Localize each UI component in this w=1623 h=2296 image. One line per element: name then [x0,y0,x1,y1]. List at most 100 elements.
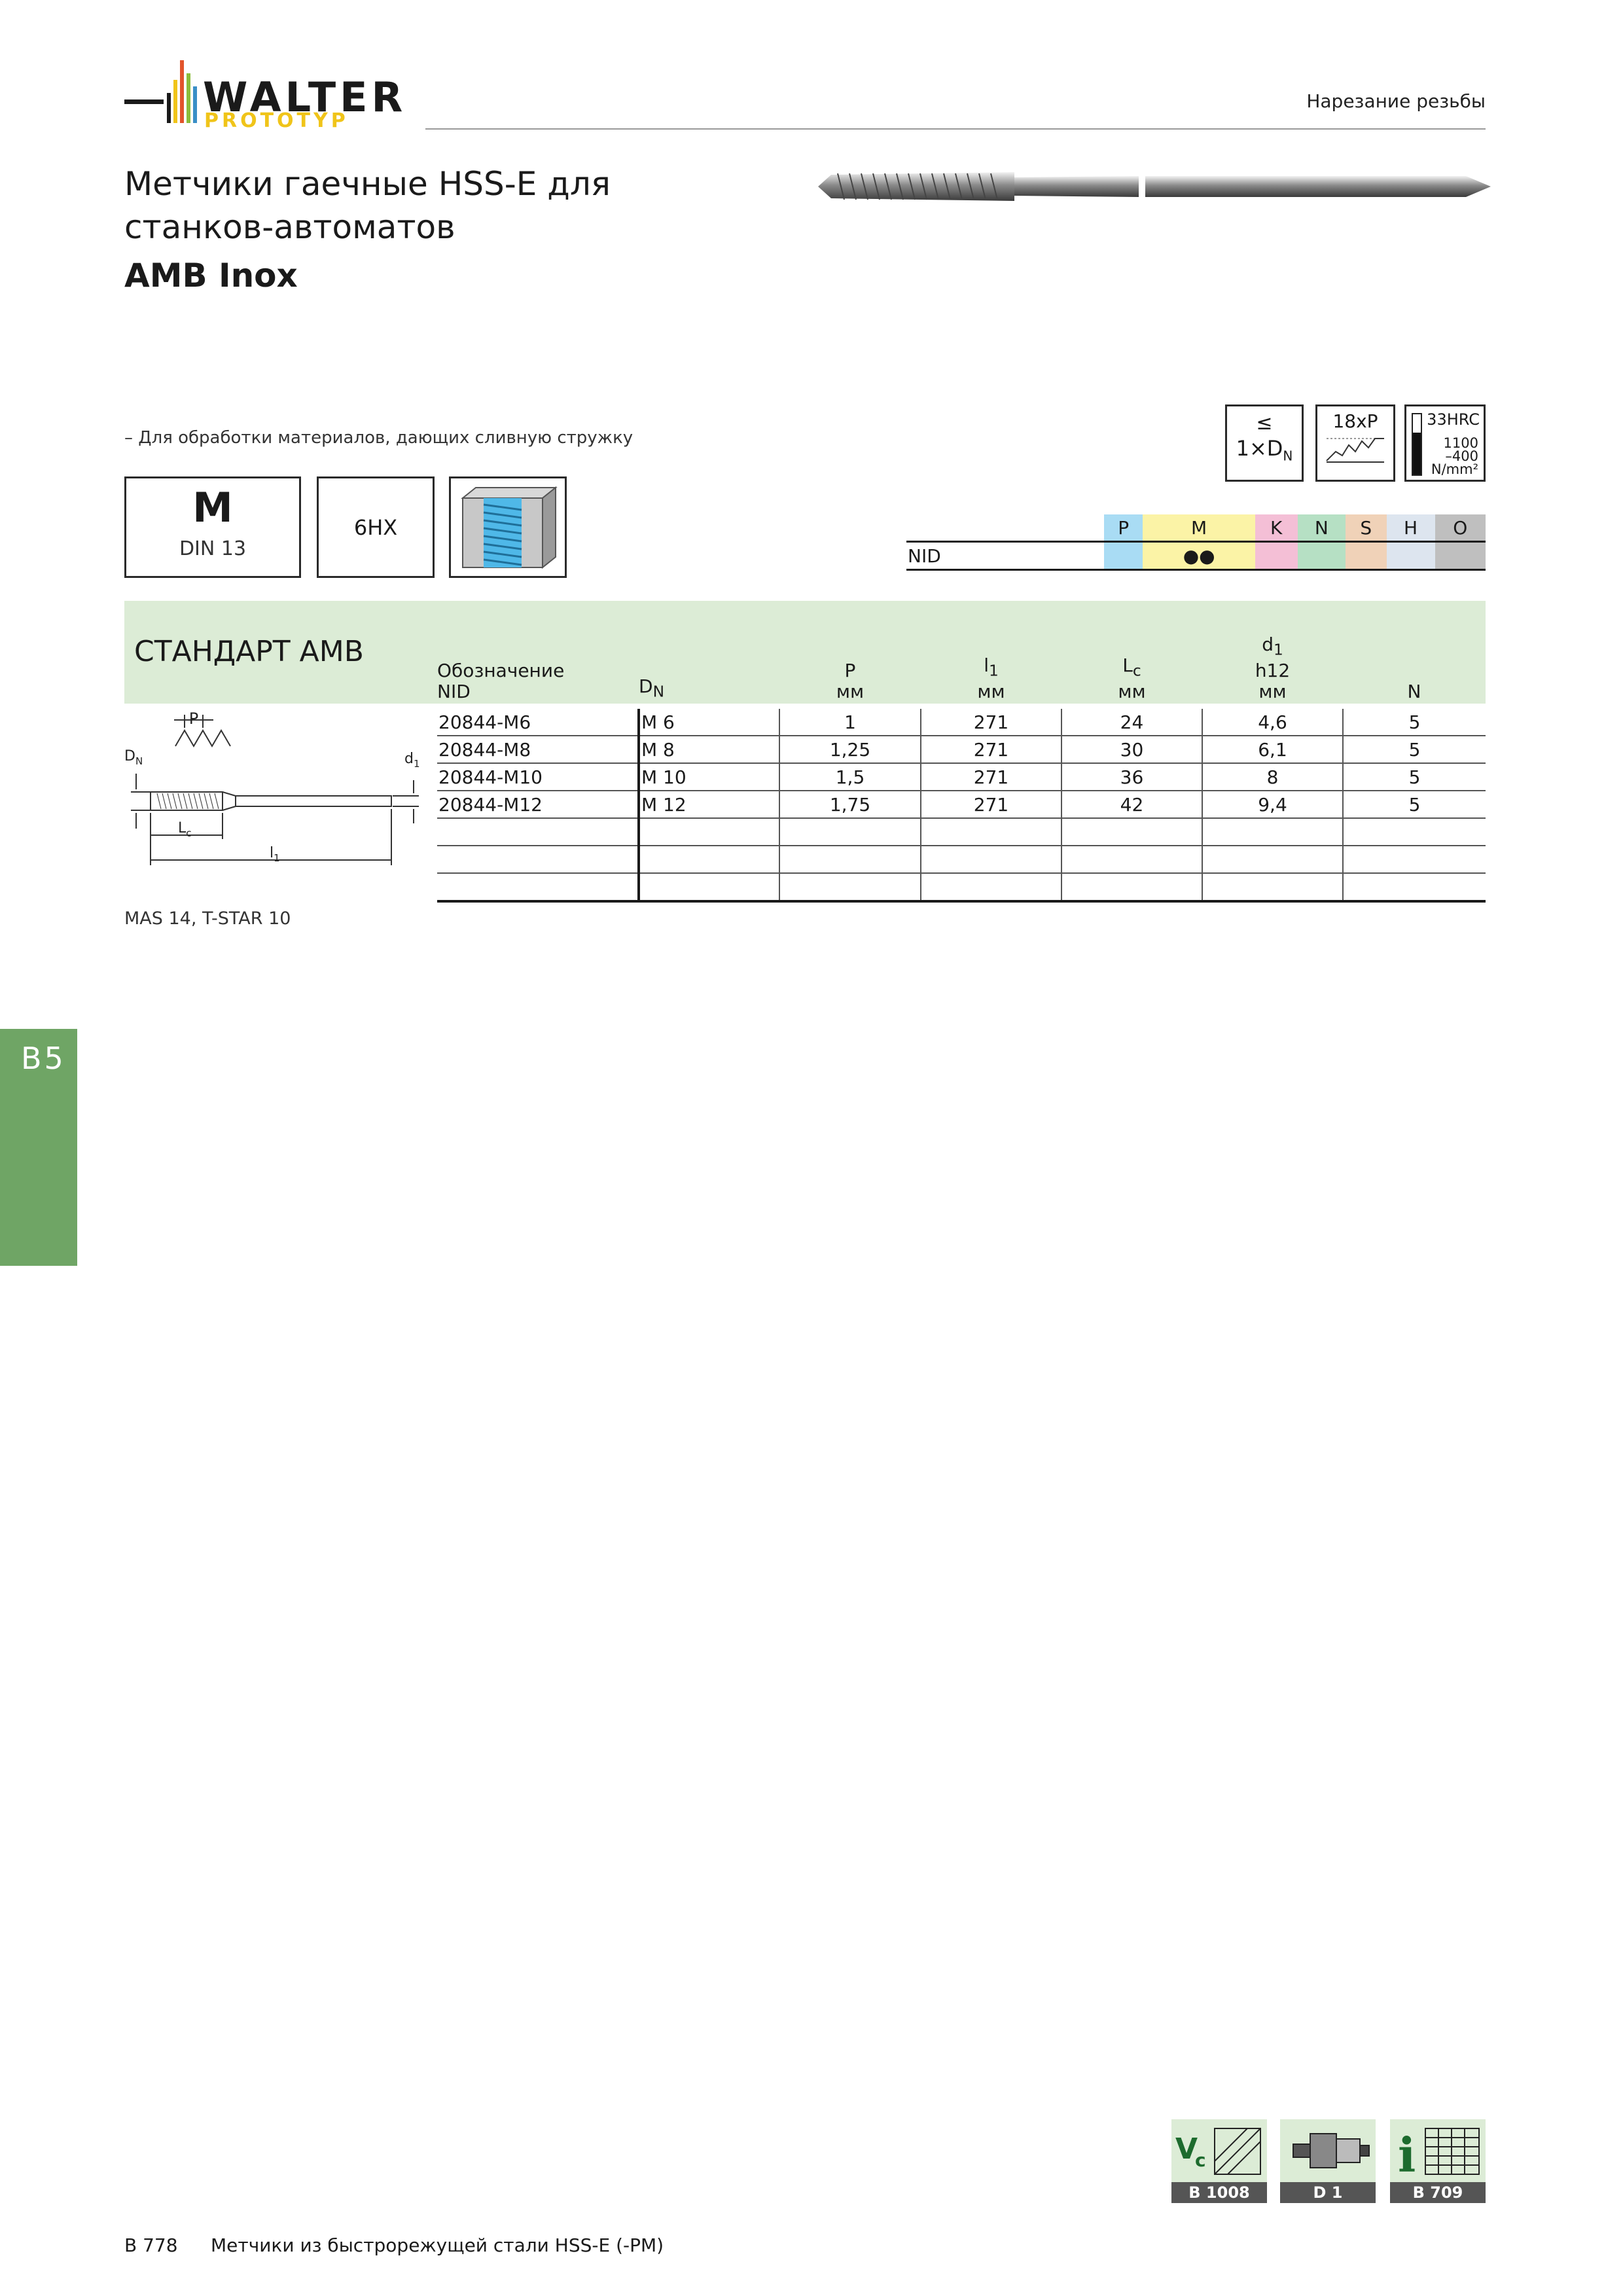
product-name: AMB Inox [124,257,298,295]
svg-text:V: V [1175,2132,1198,2166]
cell-p: 1,25 [779,736,921,764]
material-group-m: M [1143,514,1255,543]
cell-dn: M 10 [637,763,779,791]
dim-pitch-label: P [189,709,198,728]
feature-note: – Для обработки материалов, дающих сливн… [124,428,633,448]
cell-l1: 271 [920,763,1061,791]
material-groups-table: P M K N S H O NID ●● [906,514,1486,571]
table-row-empty [437,818,1486,846]
cell-id: 20844-M10 [437,763,639,791]
footnote: MAS 14, T-STAR 10 [124,908,291,929]
cell-id: 20844-M8 [437,736,639,764]
depth-symbol: ≤ [1256,412,1273,435]
product-table: Обозначение NID DN Pмм l1 мм Lc мм d1 h12 мм … [437,609,1486,903]
logo-stripes-icon [167,60,197,123]
dim-dn-label: DN [124,748,143,767]
cell-d1: 8 [1202,763,1343,791]
cell-d1: 4,6 [1202,709,1343,736]
col-dn: DN [639,675,665,701]
material-group-h: H [1386,514,1435,543]
header-divider [425,128,1486,130]
material-group-k: K [1255,514,1298,543]
cutting-speed-icon[interactable]: V c [1171,2119,1267,2182]
page-number: B 778 [124,2234,178,2256]
title-line-1: Метчики гаечные HSS-E для [124,165,611,203]
col-n: N [1407,681,1421,702]
svg-text:i: i [1398,2127,1416,2182]
logo-bar [124,99,164,104]
cell-dn: M 6 [637,709,779,736]
material-row-label: NID [906,541,1104,571]
thread-depth-icon: ≤ 1×DN [1225,404,1304,482]
col-d1: d1 h12 мм [1255,634,1291,702]
depth-value: 1×D [1236,436,1283,461]
cell-n: 5 [1342,709,1486,736]
cell-l1: 271 [920,736,1061,764]
material-mark-o [1435,541,1486,571]
material-mark-n [1297,541,1346,571]
table-row: 20844-M6 M 6 1 271 24 4,6 5 [437,709,1486,736]
cell-id: 20844-M6 [437,709,639,736]
cell-p: 1,75 [779,791,921,819]
footer-title: Метчики из быстрорежущей стали HSS-E (-P… [211,2234,664,2256]
dim-d1-label: d1 [404,751,420,770]
cell-p: 1 [779,709,921,736]
material-mark-h [1386,541,1435,571]
col-lc: Lc мм [1118,655,1146,702]
chamfer-thread-icon [1326,438,1384,463]
cell-dn: M 12 [637,791,779,819]
through-hole-icon [449,476,567,578]
hardness-unit: N/mm² [1431,461,1478,477]
tap-photo [818,172,1491,201]
col-pitch: Pмм [836,660,865,702]
cell-l1: 271 [920,709,1061,736]
ref-label-speed[interactable]: B 1008 [1171,2182,1267,2203]
cell-p: 1,5 [779,763,921,791]
table-row: 20844-M12 M 12 1,75 271 42 9,4 5 [437,791,1486,819]
chamfer-label: 18xP [1332,410,1378,432]
hardness-bar [1412,413,1422,476]
tap-dimension-drawing: P DN d1 Lc l1 [124,709,420,865]
depth-sub: N [1283,448,1293,464]
title-line-2: станков-автоматов [124,208,455,246]
ref-label-holder[interactable]: D 1 [1280,2182,1376,2203]
tolerance-box: 6HX [317,476,435,578]
table-title: СТАНДАРТ AMB [134,635,364,668]
cell-lc: 30 [1061,736,1202,764]
hardness-icon: 33HRC 1100 –400 N/mm² [1404,404,1486,482]
section-title: Нарезание резьбы [1306,90,1486,112]
material-group-o: O [1435,514,1486,543]
info-table-icon[interactable]: i [1390,2119,1486,2183]
material-mark-p [1104,541,1143,571]
col-designation: Обозначение NID [437,660,565,702]
cell-n: 5 [1342,763,1486,791]
dim-l1-label: l1 [270,845,280,864]
table-row-empty [437,846,1486,874]
ref-label-info[interactable]: B 709 [1390,2182,1486,2203]
hardness-hrc: 33HRC [1427,410,1480,429]
material-group-n: N [1297,514,1346,543]
svg-text:c: c [1195,2149,1206,2171]
cell-n: 5 [1342,736,1486,764]
tool-holder-icon[interactable] [1280,2119,1376,2182]
logo-subtext: PROTOTYP [204,109,349,132]
thread-type: M [192,484,233,531]
table-row: 20844-M10 M 10 1,5 271 36 8 5 [437,763,1486,791]
material-group-p: P [1104,514,1143,543]
cell-n: 5 [1342,791,1486,819]
cell-lc: 36 [1061,763,1202,791]
cell-id: 20844-M12 [437,791,639,819]
thread-type-box: M DIN 13 [124,476,301,578]
table-row: 20844-M8 M 8 1,25 271 30 6,1 5 [437,736,1486,764]
thread-standard: DIN 13 [179,537,247,560]
cell-lc: 24 [1061,709,1202,736]
table-row-empty [437,873,1486,903]
col-l1: l1 мм [977,655,1005,702]
material-mark-s [1346,541,1387,571]
tolerance-value: 6HX [353,514,398,540]
page-title: Метчики гаечные HSS-E для станков-автома… [124,162,611,249]
cell-l1: 271 [920,791,1061,819]
cell-d1: 6,1 [1202,736,1343,764]
material-mark-m: ●● [1143,541,1255,571]
cell-dn: M 8 [637,736,779,764]
